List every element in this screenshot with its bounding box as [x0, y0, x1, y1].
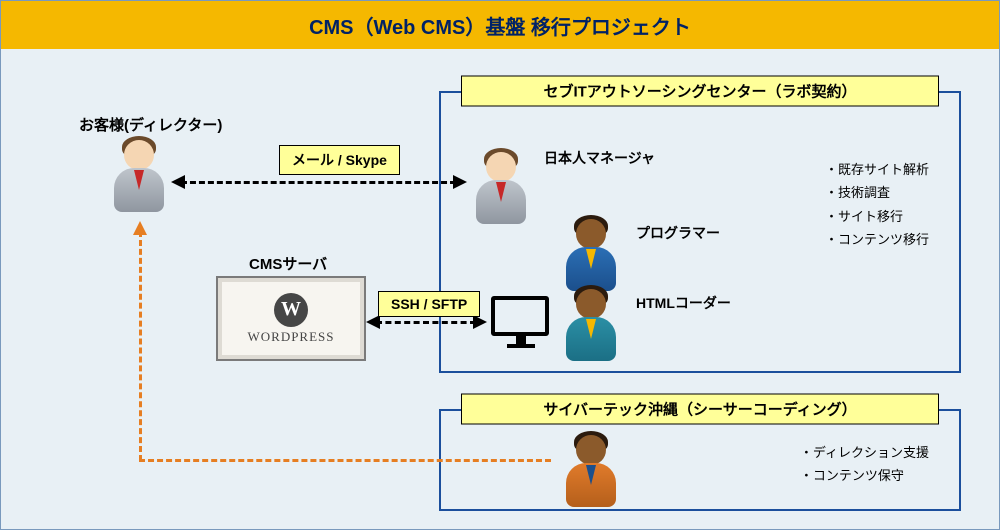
arrowhead-icon [171, 175, 185, 189]
task-item: コンテンツ保守 [800, 464, 929, 487]
programmer-label: プログラマー [636, 223, 720, 243]
diagram-canvas: CMS（Web CMS）基盤 移行プロジェクト お客様(ディレクター) CMSサ… [0, 0, 1000, 530]
arrow-direction-v [139, 231, 142, 461]
arrow-mail [181, 181, 456, 184]
manager-label: 日本人マネージャ [544, 148, 655, 168]
wordpress-text: WORDPRESS [247, 329, 334, 345]
customer-icon [109, 136, 169, 216]
arrow-direction-h [139, 459, 551, 462]
cebu-panel-title: セブITアウトソーシングセンター（ラボ契約） [461, 76, 939, 107]
arrowhead-icon [473, 315, 487, 329]
monitor-icon [491, 296, 551, 351]
okinawa-tasks: ディレクション支援 コンテンツ保守 [800, 441, 929, 488]
task-item: 技術調査 [825, 181, 929, 204]
arrowhead-icon [453, 175, 467, 189]
wordpress-logo-icon: W [274, 293, 308, 327]
task-item: ディレクション支援 [800, 441, 929, 464]
task-item: 既存サイト解析 [825, 158, 929, 181]
server-label: CMSサーバ [249, 253, 327, 274]
title-bar: CMS（Web CMS）基盤 移行プロジェクト [1, 1, 999, 49]
okinawa-worker-icon [561, 431, 621, 511]
programmer-icon [561, 215, 621, 295]
wordpress-server-icon: W WORDPRESS [216, 276, 366, 361]
okinawa-panel-title: サイバーテック沖縄（シーサーコーディング） [461, 394, 939, 425]
task-item: サイト移行 [825, 205, 929, 228]
title-text: CMS（Web CMS）基盤 移行プロジェクト [309, 11, 691, 40]
arrowhead-icon [133, 221, 147, 235]
customer-label: お客様(ディレクター) [79, 114, 222, 135]
mail-badge: メール / Skype [279, 145, 400, 175]
task-item: コンテンツ移行 [825, 228, 929, 251]
cebu-tasks: 既存サイト解析 技術調査 サイト移行 コンテンツ移行 [825, 158, 929, 252]
arrow-ssh [376, 321, 476, 324]
coder-icon [561, 285, 621, 365]
coder-label: HTMLコーダー [636, 293, 731, 313]
arrowhead-icon [366, 315, 380, 329]
ssh-badge: SSH / SFTP [378, 291, 480, 317]
manager-icon [471, 148, 531, 228]
